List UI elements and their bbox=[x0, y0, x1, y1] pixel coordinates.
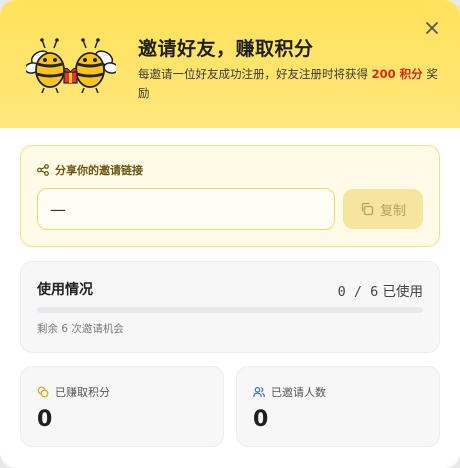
share-link-label: 分享你的邀请链接 bbox=[55, 164, 143, 177]
invited-count-header: 已邀请人数 bbox=[253, 384, 326, 400]
copy-icon bbox=[361, 202, 374, 216]
desc-text-before: 每邀请一位好友成功注册，好友注册时将获得 bbox=[138, 67, 372, 81]
modal-title: 邀请好友，赚取积分 bbox=[138, 38, 314, 60]
invited-count-card: 已邀请人数 0 bbox=[236, 366, 440, 447]
close-button[interactable] bbox=[422, 18, 442, 38]
usage-remaining-text: 剩余 6 次邀请机会 bbox=[37, 323, 124, 335]
usage-card: 使用情况 0 / 6 已使用 剩余 6 次邀请机会 bbox=[20, 261, 440, 353]
usage-count: 0 / 6 已使用 bbox=[338, 280, 423, 300]
copy-button[interactable]: 复制 bbox=[343, 189, 423, 229]
invited-count-label: 已邀请人数 bbox=[271, 386, 326, 399]
usage-title: 使用情况 bbox=[37, 282, 93, 298]
points-earned-header: 已赚取积分 bbox=[37, 384, 110, 400]
copy-button-label: 复制 bbox=[379, 203, 406, 219]
bees-mascot-icon bbox=[26, 38, 116, 94]
modal-description: 每邀请一位好友成功注册，好友注册时将获得 200 积分 奖励 bbox=[138, 65, 438, 103]
users-icon bbox=[253, 386, 265, 398]
points-earned-label: 已赚取积分 bbox=[55, 386, 110, 399]
invite-modal: 邀请好友，赚取积分 每邀请一位好友成功注册，好友注册时将获得 200 积分 奖励… bbox=[0, 0, 460, 468]
points-earned-value: 0 bbox=[37, 407, 53, 432]
share-link-card: 分享你的邀请链接 — 复制 bbox=[20, 145, 440, 247]
coins-icon bbox=[37, 386, 49, 398]
usage-used-number: 0 / 6 bbox=[337, 284, 379, 300]
usage-used-suffix: 已使用 bbox=[382, 284, 424, 300]
usage-progress-bar bbox=[37, 307, 423, 313]
share-link-header: 分享你的邀请链接 bbox=[37, 162, 143, 178]
invited-count-value: 0 bbox=[253, 407, 269, 432]
close-icon bbox=[426, 22, 438, 34]
desc-points: 200 积分 bbox=[371, 67, 423, 81]
share-icon bbox=[37, 164, 49, 176]
invite-banner: 邀请好友，赚取积分 每邀请一位好友成功注册，好友注册时将获得 200 积分 奖励 bbox=[0, 0, 460, 128]
invite-link-field[interactable]: — bbox=[37, 188, 335, 230]
points-earned-card: 已赚取积分 0 bbox=[20, 366, 224, 447]
